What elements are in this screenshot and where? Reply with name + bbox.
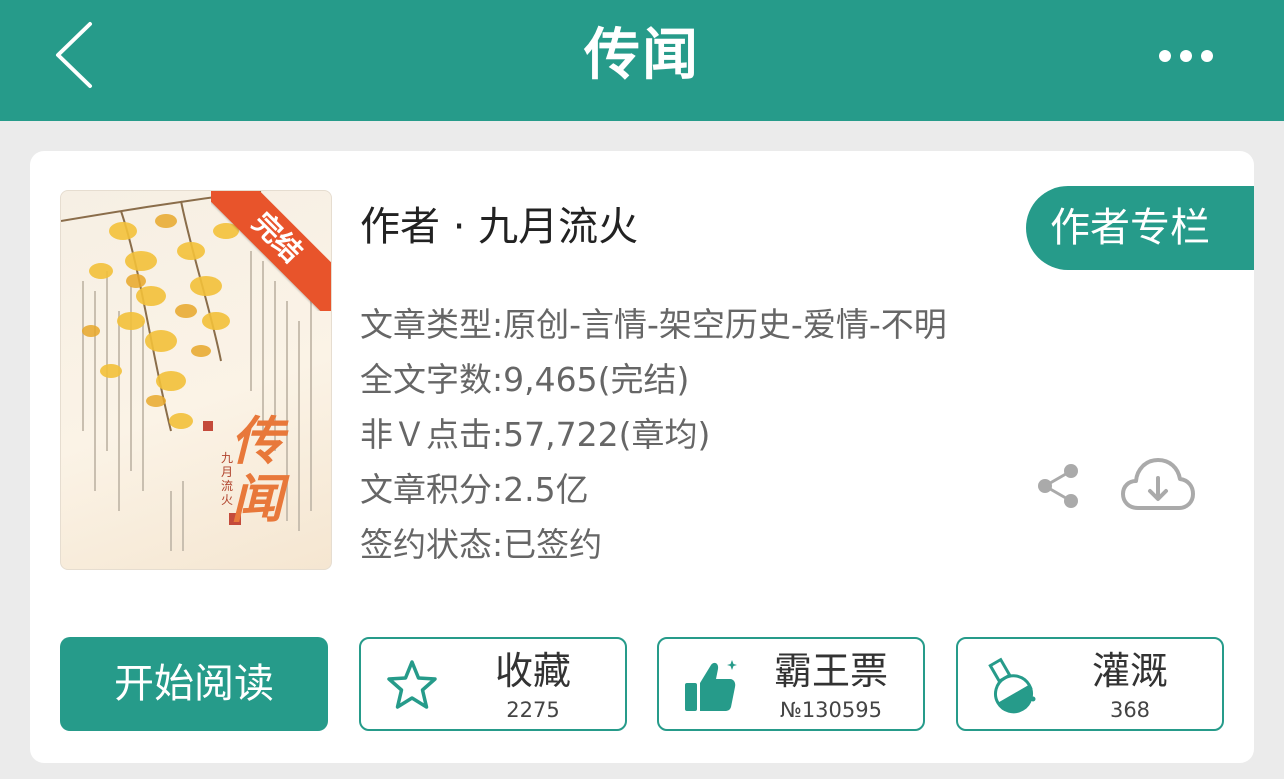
- nutrient-count: 368: [1109, 698, 1151, 722]
- star-icon: [387, 660, 437, 709]
- completed-badge: 完结: [211, 191, 331, 311]
- nutrient-button[interactable]: 灌溉 368: [956, 637, 1224, 731]
- page-title: 传闻: [584, 23, 700, 88]
- completed-ribbon: 完结: [211, 191, 331, 311]
- info-score: 文章积分:2.5亿: [360, 470, 589, 509]
- book-info-card: 九月流火 传闻 完结 作者 · 九月流火 作者专栏 文章类型:原创-言情-架空历…: [30, 151, 1254, 763]
- favorite-label: 收藏: [494, 649, 571, 693]
- more-button[interactable]: [1156, 40, 1216, 72]
- flask-icon: [988, 657, 1036, 714]
- cloud-download-icon: [1121, 458, 1195, 510]
- info-genre: 文章类型:原创-言情-架空历史-爱情-不明: [360, 305, 947, 344]
- favorite-count: 2275: [506, 698, 560, 722]
- book-stats: 文章类型:原创-言情-架空历史-爱情-不明 全文字数:9,465(完结) 非Ｖ点…: [360, 297, 947, 572]
- cover-title-text: 传闻: [231, 411, 284, 530]
- share-icon: [1038, 464, 1078, 508]
- start-reading-button[interactable]: 开始阅读: [60, 637, 328, 731]
- more-icon: [1159, 50, 1213, 62]
- info-clicks: 非Ｖ点击:57,722(章均): [360, 415, 711, 454]
- vote-count: №130595: [779, 698, 882, 722]
- download-button[interactable]: [1120, 454, 1196, 516]
- top-bar: 传闻: [0, 0, 1284, 121]
- info-word-count: 全文字数:9,465(完结): [360, 360, 690, 399]
- book-cover[interactable]: 九月流火 传闻 完结: [60, 190, 332, 570]
- vote-label: 霸王票: [773, 649, 888, 693]
- author-name[interactable]: 作者 · 九月流火: [360, 199, 638, 255]
- favorite-button[interactable]: 收藏 2275: [359, 637, 627, 731]
- thumbs-up-icon: [685, 660, 737, 711]
- vote-button[interactable]: 霸王票 №130595: [657, 637, 925, 731]
- author-column-button[interactable]: 作者专栏: [1026, 186, 1254, 270]
- info-sign-status: 签约状态:已签约: [360, 525, 603, 564]
- share-button[interactable]: [1033, 461, 1083, 511]
- nutrient-label: 灌溉: [1091, 649, 1168, 693]
